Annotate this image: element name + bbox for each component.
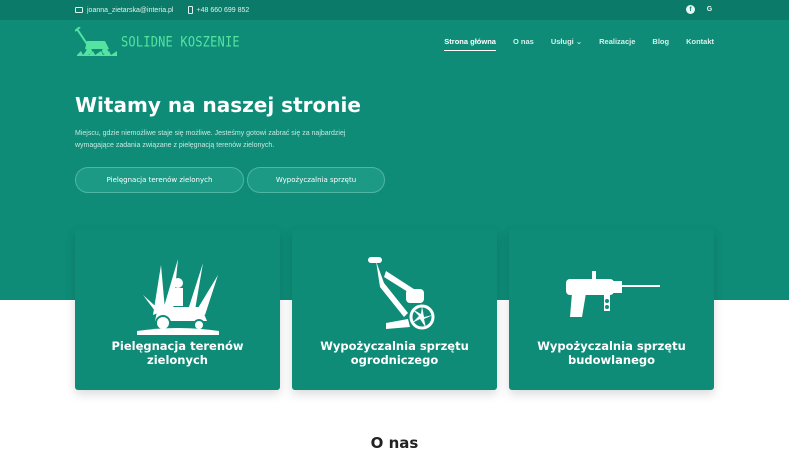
email-text[interactable]: joanna_zietarska@interia.pl xyxy=(87,7,174,14)
hero-title: Witamy na naszej stronie xyxy=(75,93,361,117)
tiller-icon xyxy=(367,257,434,330)
card-art xyxy=(509,245,714,345)
logo-text: SOLIDNE KOSZENIE xyxy=(121,33,240,51)
card-art xyxy=(75,245,280,345)
email-item[interactable]: joanna_zietarska@interia.pl xyxy=(75,7,174,14)
phone-text[interactable]: +48 660 699 852 xyxy=(197,7,250,14)
phone-icon xyxy=(187,6,193,14)
logo[interactable]: SOLIDNE KOSZENIE xyxy=(75,27,240,57)
hero-description: Miejscu, gdzie niemożliwe staje się możl… xyxy=(75,130,346,149)
lawn-mower-icon xyxy=(75,27,117,56)
mail-icon xyxy=(75,7,83,13)
social-links: f G xyxy=(686,5,714,14)
facebook-icon[interactable]: f xyxy=(686,5,695,14)
nav-blog[interactable]: Blog xyxy=(652,37,669,46)
card-art xyxy=(292,245,497,345)
nav-services[interactable]: Usługi ⌄ xyxy=(551,37,582,46)
green-care-button[interactable]: Pielęgnacja terenów zielonych xyxy=(75,167,244,193)
nav-about[interactable]: O nas xyxy=(513,37,534,46)
contact-info: joanna_zietarska@interia.pl +48 660 699 … xyxy=(75,6,249,14)
card-title: Wypożyczalnia sprzętu budowlanego xyxy=(537,339,686,367)
service-card-green-care[interactable]: Pielęgnacja terenów zielonych xyxy=(75,229,280,390)
hero-buttons: Pielęgnacja terenów zielonych Wypożyczal… xyxy=(75,167,385,193)
top-bar: joanna_zietarska@interia.pl +48 660 699 … xyxy=(0,0,789,20)
card-title: Pielęgnacja terenów zielonych xyxy=(111,339,244,367)
phone-item[interactable]: +48 660 699 852 xyxy=(187,6,250,14)
drill-icon xyxy=(565,271,660,317)
service-card-construction-rental[interactable]: Wypożyczalnia sprzętu budowlanego xyxy=(509,229,714,390)
main-nav: SOLIDNE KOSZENIE Strona główna O nas Usł… xyxy=(75,26,714,62)
nav-home[interactable]: Strona główna xyxy=(444,37,496,51)
nav-menu: Strona główna O nas Usługi ⌄ Realizacje … xyxy=(444,37,714,51)
nav-services-label: Usługi xyxy=(550,37,574,46)
riding-mower-icon xyxy=(136,259,219,335)
nav-projects[interactable]: Realizacje xyxy=(599,37,635,46)
about-section-title: O nas xyxy=(370,434,419,452)
rental-button[interactable]: Wypożyczalnia sprzętu xyxy=(247,167,385,193)
google-icon[interactable]: G xyxy=(705,5,714,14)
nav-contact[interactable]: Kontakt xyxy=(686,37,714,46)
service-card-garden-rental[interactable]: Wypożyczalnia sprzętu ogrodniczego xyxy=(292,229,497,390)
card-title: Wypożyczalnia sprzętu ogrodniczego xyxy=(320,339,469,367)
chevron-down-icon: ⌄ xyxy=(575,37,583,46)
